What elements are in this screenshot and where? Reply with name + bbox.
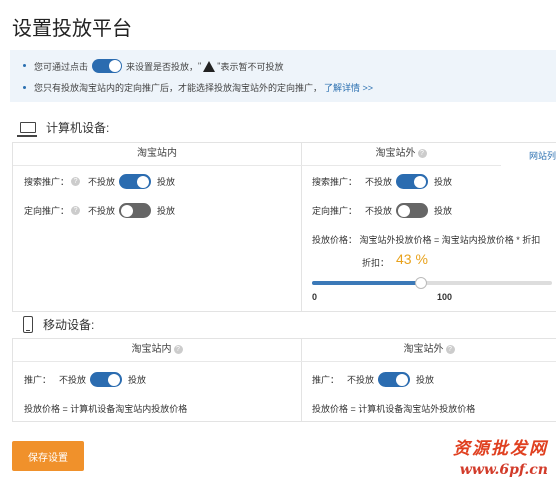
mobile-title-text: 移动设备: xyxy=(43,318,95,332)
example-toggle-icon xyxy=(92,59,123,73)
mobile-section-title: 移动设备: xyxy=(20,316,94,333)
laptop-icon xyxy=(17,122,37,137)
help-icon[interactable]: ? xyxy=(445,344,455,354)
row-label: 推广： xyxy=(24,375,52,385)
pc-outside-search-row: 搜索推广： 不投放 投放 xyxy=(312,174,452,189)
off-label: 不投放 xyxy=(365,177,393,187)
on-label: 投放 xyxy=(434,177,453,187)
off-label: 不投放 xyxy=(347,375,375,385)
on-label: 投放 xyxy=(157,177,176,187)
warning-icon xyxy=(203,60,216,72)
notice-text-after: 来设置是否投放， xyxy=(126,61,199,72)
discount-slider[interactable] xyxy=(312,277,552,289)
mobile-inside-price: 投放价格 = 计算机设备淘宝站内投放价格 xyxy=(24,404,188,414)
pc-outside-targeted-toggle[interactable] xyxy=(396,203,429,218)
notice-box: 您可通过点击 来设置是否投放， " " 表示暂不可投放 您只有投放淘宝站内的定向… xyxy=(10,50,556,102)
mobile-outside-row: 推广： 不投放 投放 xyxy=(312,372,434,387)
slider-max-label: 100 xyxy=(437,292,453,302)
on-label: 投放 xyxy=(434,206,453,216)
pc-outside-search-toggle[interactable] xyxy=(396,174,429,189)
row-label: 定向推广： xyxy=(312,206,358,216)
slider-min-label: 0 xyxy=(312,292,318,302)
notice-line-1: 您可通过点击 来设置是否投放， " " 表示暂不可投放 xyxy=(23,59,284,73)
help-icon[interactable]: ? xyxy=(71,177,81,186)
help-icon[interactable]: ? xyxy=(71,206,81,215)
mobile-col-inside: 淘宝站内? xyxy=(13,339,301,362)
pc-inside-search-toggle[interactable] xyxy=(119,174,152,189)
slider-fill xyxy=(312,281,420,285)
notice-text-before: 您可通过点击 xyxy=(34,61,89,72)
phone-icon xyxy=(23,316,33,333)
bullet-dot xyxy=(23,86,26,89)
computer-col-outside-label: 淘宝站外 xyxy=(375,148,416,159)
slider-thumb[interactable] xyxy=(415,277,427,289)
computer-title-text: 计算机设备: xyxy=(46,121,110,135)
row-label: 搜索推广： xyxy=(312,177,358,187)
discount-label: 折扣： xyxy=(362,258,390,268)
row-label: 定向推广：? xyxy=(24,204,81,217)
notice-warn-text: 表示暂不可投放 xyxy=(220,61,284,72)
mobile-inside-toggle[interactable] xyxy=(90,372,123,387)
off-label: 不投放 xyxy=(88,177,116,187)
row-label: 搜索推广：? xyxy=(24,175,81,188)
save-button[interactable]: 保存设置 xyxy=(12,441,84,471)
notice-line-2: 您只有投放淘宝站内的定向推广后，才能选择投放淘宝站外的定向推广， 了解详情 >> xyxy=(23,81,373,94)
on-label: 投放 xyxy=(157,206,176,216)
notice-text-2: 您只有投放淘宝站内的定向推广后，才能选择投放淘宝站外的定向推广， xyxy=(34,83,323,93)
mobile-col-outside: 淘宝站外? xyxy=(301,339,556,362)
row-label: 推广： xyxy=(312,375,340,385)
computer-panel: 淘宝站内 淘宝站外? 网站列 xyxy=(12,142,556,312)
bullet-dot xyxy=(23,64,26,67)
mobile-col-inside-label: 淘宝站内 xyxy=(131,344,172,355)
off-label: 不投放 xyxy=(88,206,116,216)
pc-inside-targeted-row: 定向推广：? 不投放 投放 xyxy=(24,203,175,218)
pc-inside-targeted-toggle[interactable] xyxy=(119,203,152,218)
help-icon[interactable]: ? xyxy=(173,344,183,354)
pc-inside-search-row: 搜索推广：? 不投放 投放 xyxy=(24,174,175,189)
price-formula: 投放价格： 淘宝站外投放价格 = 淘宝站内投放价格 * 折扣 xyxy=(312,235,541,245)
mobile-inside-row: 推广： 不投放 投放 xyxy=(24,372,146,387)
on-label: 投放 xyxy=(416,375,435,385)
discount-value: 43 % xyxy=(396,251,428,267)
off-label: 不投放 xyxy=(59,375,87,385)
watermark-url: www.6pf.cn xyxy=(459,462,548,478)
watermark-text: 资源批发网 xyxy=(453,439,548,459)
mobile-outside-toggle[interactable] xyxy=(378,372,411,387)
on-label: 投放 xyxy=(128,375,147,385)
computer-col-outside: 淘宝站外? xyxy=(301,143,501,166)
computer-section-title: 计算机设备: xyxy=(17,119,110,137)
mobile-col-outside-label: 淘宝站外 xyxy=(403,344,444,355)
site-list-link[interactable]: 网站列 xyxy=(529,149,556,162)
page-title: 设置投放平台 xyxy=(12,16,132,40)
pc-outside-targeted-row: 定向推广： 不投放 投放 xyxy=(312,203,452,218)
off-label: 不投放 xyxy=(365,206,393,216)
help-icon[interactable]: ? xyxy=(417,148,427,158)
column-divider xyxy=(301,143,302,311)
learn-more-link[interactable]: 了解详情 >> xyxy=(324,81,373,94)
computer-col-inside: 淘宝站内 xyxy=(13,143,301,166)
mobile-outside-price: 投放价格 = 计算机设备淘宝站外投放价格 xyxy=(312,404,476,414)
quote-open: " xyxy=(198,61,202,71)
